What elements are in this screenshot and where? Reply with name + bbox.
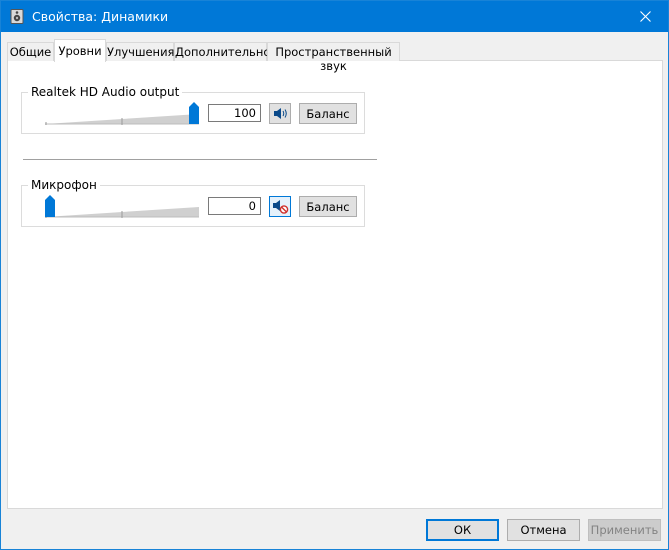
cancel-button[interactable]: Отмена xyxy=(507,519,580,541)
window-title: Свойства: Динамики xyxy=(32,9,169,24)
microphone-slider-track xyxy=(45,207,199,218)
close-icon xyxy=(639,11,651,22)
speaker-muted-icon xyxy=(273,200,289,214)
apply-button[interactable]: Применить xyxy=(588,519,661,541)
tab-spatial-sound[interactable]: Пространственный звук xyxy=(267,42,400,73)
output-volume-field[interactable]: 100 xyxy=(208,104,261,122)
output-volume-slider[interactable] xyxy=(45,102,199,126)
ok-button[interactable]: ОК xyxy=(426,519,499,541)
output-device-label: Realtek HD Audio output xyxy=(28,85,183,99)
group-separator xyxy=(23,159,377,160)
output-mute-button[interactable] xyxy=(269,103,291,124)
microphone-label: Микрофон xyxy=(28,178,100,192)
microphone-slider-thumb[interactable] xyxy=(45,195,55,217)
tab-advanced[interactable]: Дополнительно xyxy=(174,42,270,61)
properties-dialog: Свойства: Динамики Realtek HD Audio outp… xyxy=(0,0,669,550)
levels-panel: Realtek HD Audio output 100 Баланс Микро… xyxy=(7,60,663,509)
close-button[interactable] xyxy=(622,1,668,32)
output-slider-thumb[interactable] xyxy=(189,102,199,124)
output-balance-button[interactable]: Баланс xyxy=(299,103,357,124)
tab-general[interactable]: Общие xyxy=(7,42,54,61)
tab-enhancements[interactable]: Улучшения xyxy=(106,42,174,61)
output-slider-track xyxy=(45,114,199,125)
microphone-volume-slider[interactable] xyxy=(45,195,199,219)
speaker-app-icon xyxy=(10,9,24,24)
microphone-volume-field[interactable]: 0 xyxy=(208,197,261,215)
microphone-mute-button[interactable] xyxy=(269,196,291,217)
speaker-icon xyxy=(274,108,287,119)
microphone-balance-button[interactable]: Баланс xyxy=(299,196,357,217)
output-level-group: Realtek HD Audio output 100 Баланс xyxy=(21,85,365,134)
title-bar[interactable]: Свойства: Динамики xyxy=(1,1,668,32)
microphone-level-group: Микрофон 0 Баланс xyxy=(21,178,365,227)
tab-levels[interactable]: Уровни xyxy=(54,39,106,62)
